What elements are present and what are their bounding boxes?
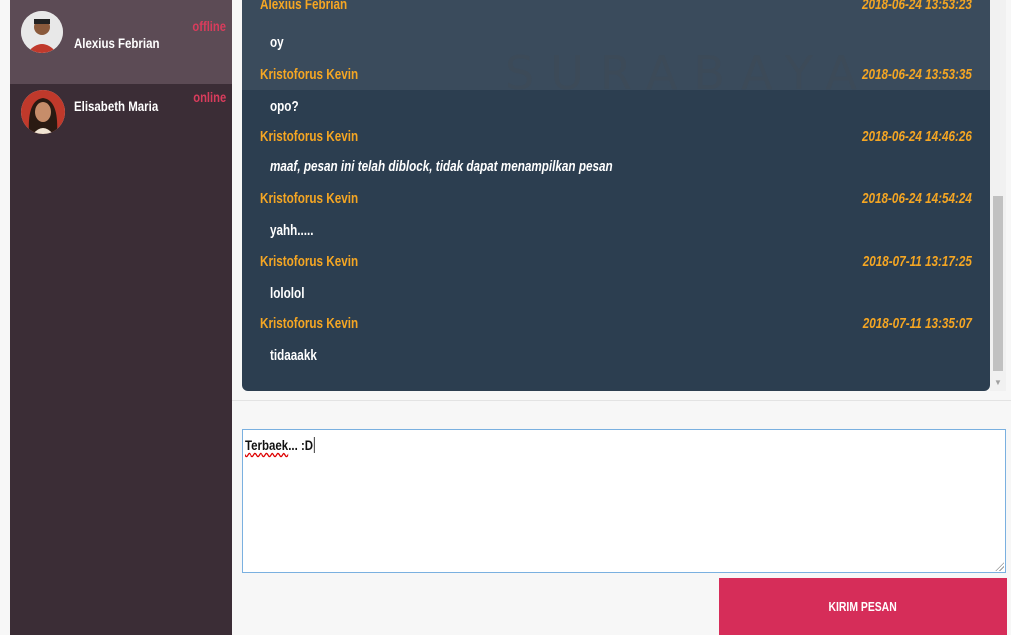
contact-sidebar: Alexius Febrian offline Elisabeth Maria …	[10, 0, 232, 635]
scrollbar-thumb[interactable]	[993, 196, 1003, 371]
message-time: 2018-07-11 13:17:25	[862, 253, 972, 270]
spellcheck-word: Terbaek	[245, 437, 289, 453]
message-text: maaf, pesan ini telah diblock, tidak dap…	[270, 158, 613, 175]
watermark: SURABAYA	[505, 46, 873, 100]
send-button-label: KIRIM PESAN	[828, 599, 898, 614]
message-sender: Kristoforus Kevin	[260, 315, 359, 332]
message-body: maaf, pesan ini telah diblock, tidak dap…	[260, 158, 972, 180]
message-time: 2018-06-24 14:46:26	[862, 128, 972, 145]
chat-scrollbar[interactable]: ▼	[990, 0, 1006, 391]
avatar	[21, 90, 65, 134]
message-time: 2018-06-24 13:53:35	[862, 66, 972, 83]
contact-name: Elisabeth Maria	[74, 98, 159, 114]
scroll-down-icon[interactable]: ▼	[993, 378, 1003, 388]
message-sender: Kristoforus Kevin	[260, 128, 359, 145]
message-sender: Alexius Febrian	[260, 0, 348, 13]
message-header: Alexius Febrian 2018-06-24 13:53:23	[260, 0, 972, 24]
contact-name: Alexius Febrian	[74, 35, 160, 51]
text-cursor	[313, 437, 315, 453]
divider	[232, 400, 1011, 401]
input-rest: ... :D	[288, 437, 314, 453]
message-sender: Kristoforus Kevin	[260, 253, 359, 270]
message-sender: Kristoforus Kevin	[260, 190, 359, 207]
message-text: lololol	[270, 285, 305, 302]
message-header: Kristoforus Kevin 2018-07-11 13:35:07	[260, 315, 972, 337]
message-input-value: Terbaek... :D	[245, 437, 315, 453]
message-text: yahh.....	[270, 222, 314, 239]
message-input[interactable]	[242, 429, 1006, 573]
message-time: 2018-07-11 13:35:07	[862, 315, 972, 332]
avatar	[21, 11, 63, 53]
contact-item-alexius[interactable]: Alexius Febrian offline	[10, 0, 232, 84]
message-body: tidaaakk	[260, 347, 972, 369]
message-body: yahh.....	[260, 222, 972, 244]
message-header: Kristoforus Kevin 2018-06-24 14:54:24	[260, 190, 972, 212]
message-text: opo?	[270, 98, 299, 115]
message-text: oy	[270, 34, 284, 51]
resize-grip-icon[interactable]	[995, 562, 1004, 571]
message-text: tidaaakk	[270, 347, 317, 364]
message-time: 2018-06-24 14:54:24	[862, 190, 972, 207]
message-header: Kristoforus Kevin 2018-06-24 14:46:26	[260, 128, 972, 150]
contact-item-elisabeth[interactable]: Elisabeth Maria online	[10, 84, 232, 159]
message-body: lololol	[260, 285, 972, 307]
send-message-button[interactable]: KIRIM PESAN	[719, 578, 1007, 635]
contact-status: offline	[192, 18, 226, 34]
message-header: Kristoforus Kevin 2018-07-11 13:17:25	[260, 253, 972, 275]
contact-status: online	[193, 89, 226, 105]
message-sender: Kristoforus Kevin	[260, 66, 359, 83]
message-time: 2018-06-24 13:53:23	[862, 0, 972, 13]
message-body: opo?	[260, 98, 972, 120]
